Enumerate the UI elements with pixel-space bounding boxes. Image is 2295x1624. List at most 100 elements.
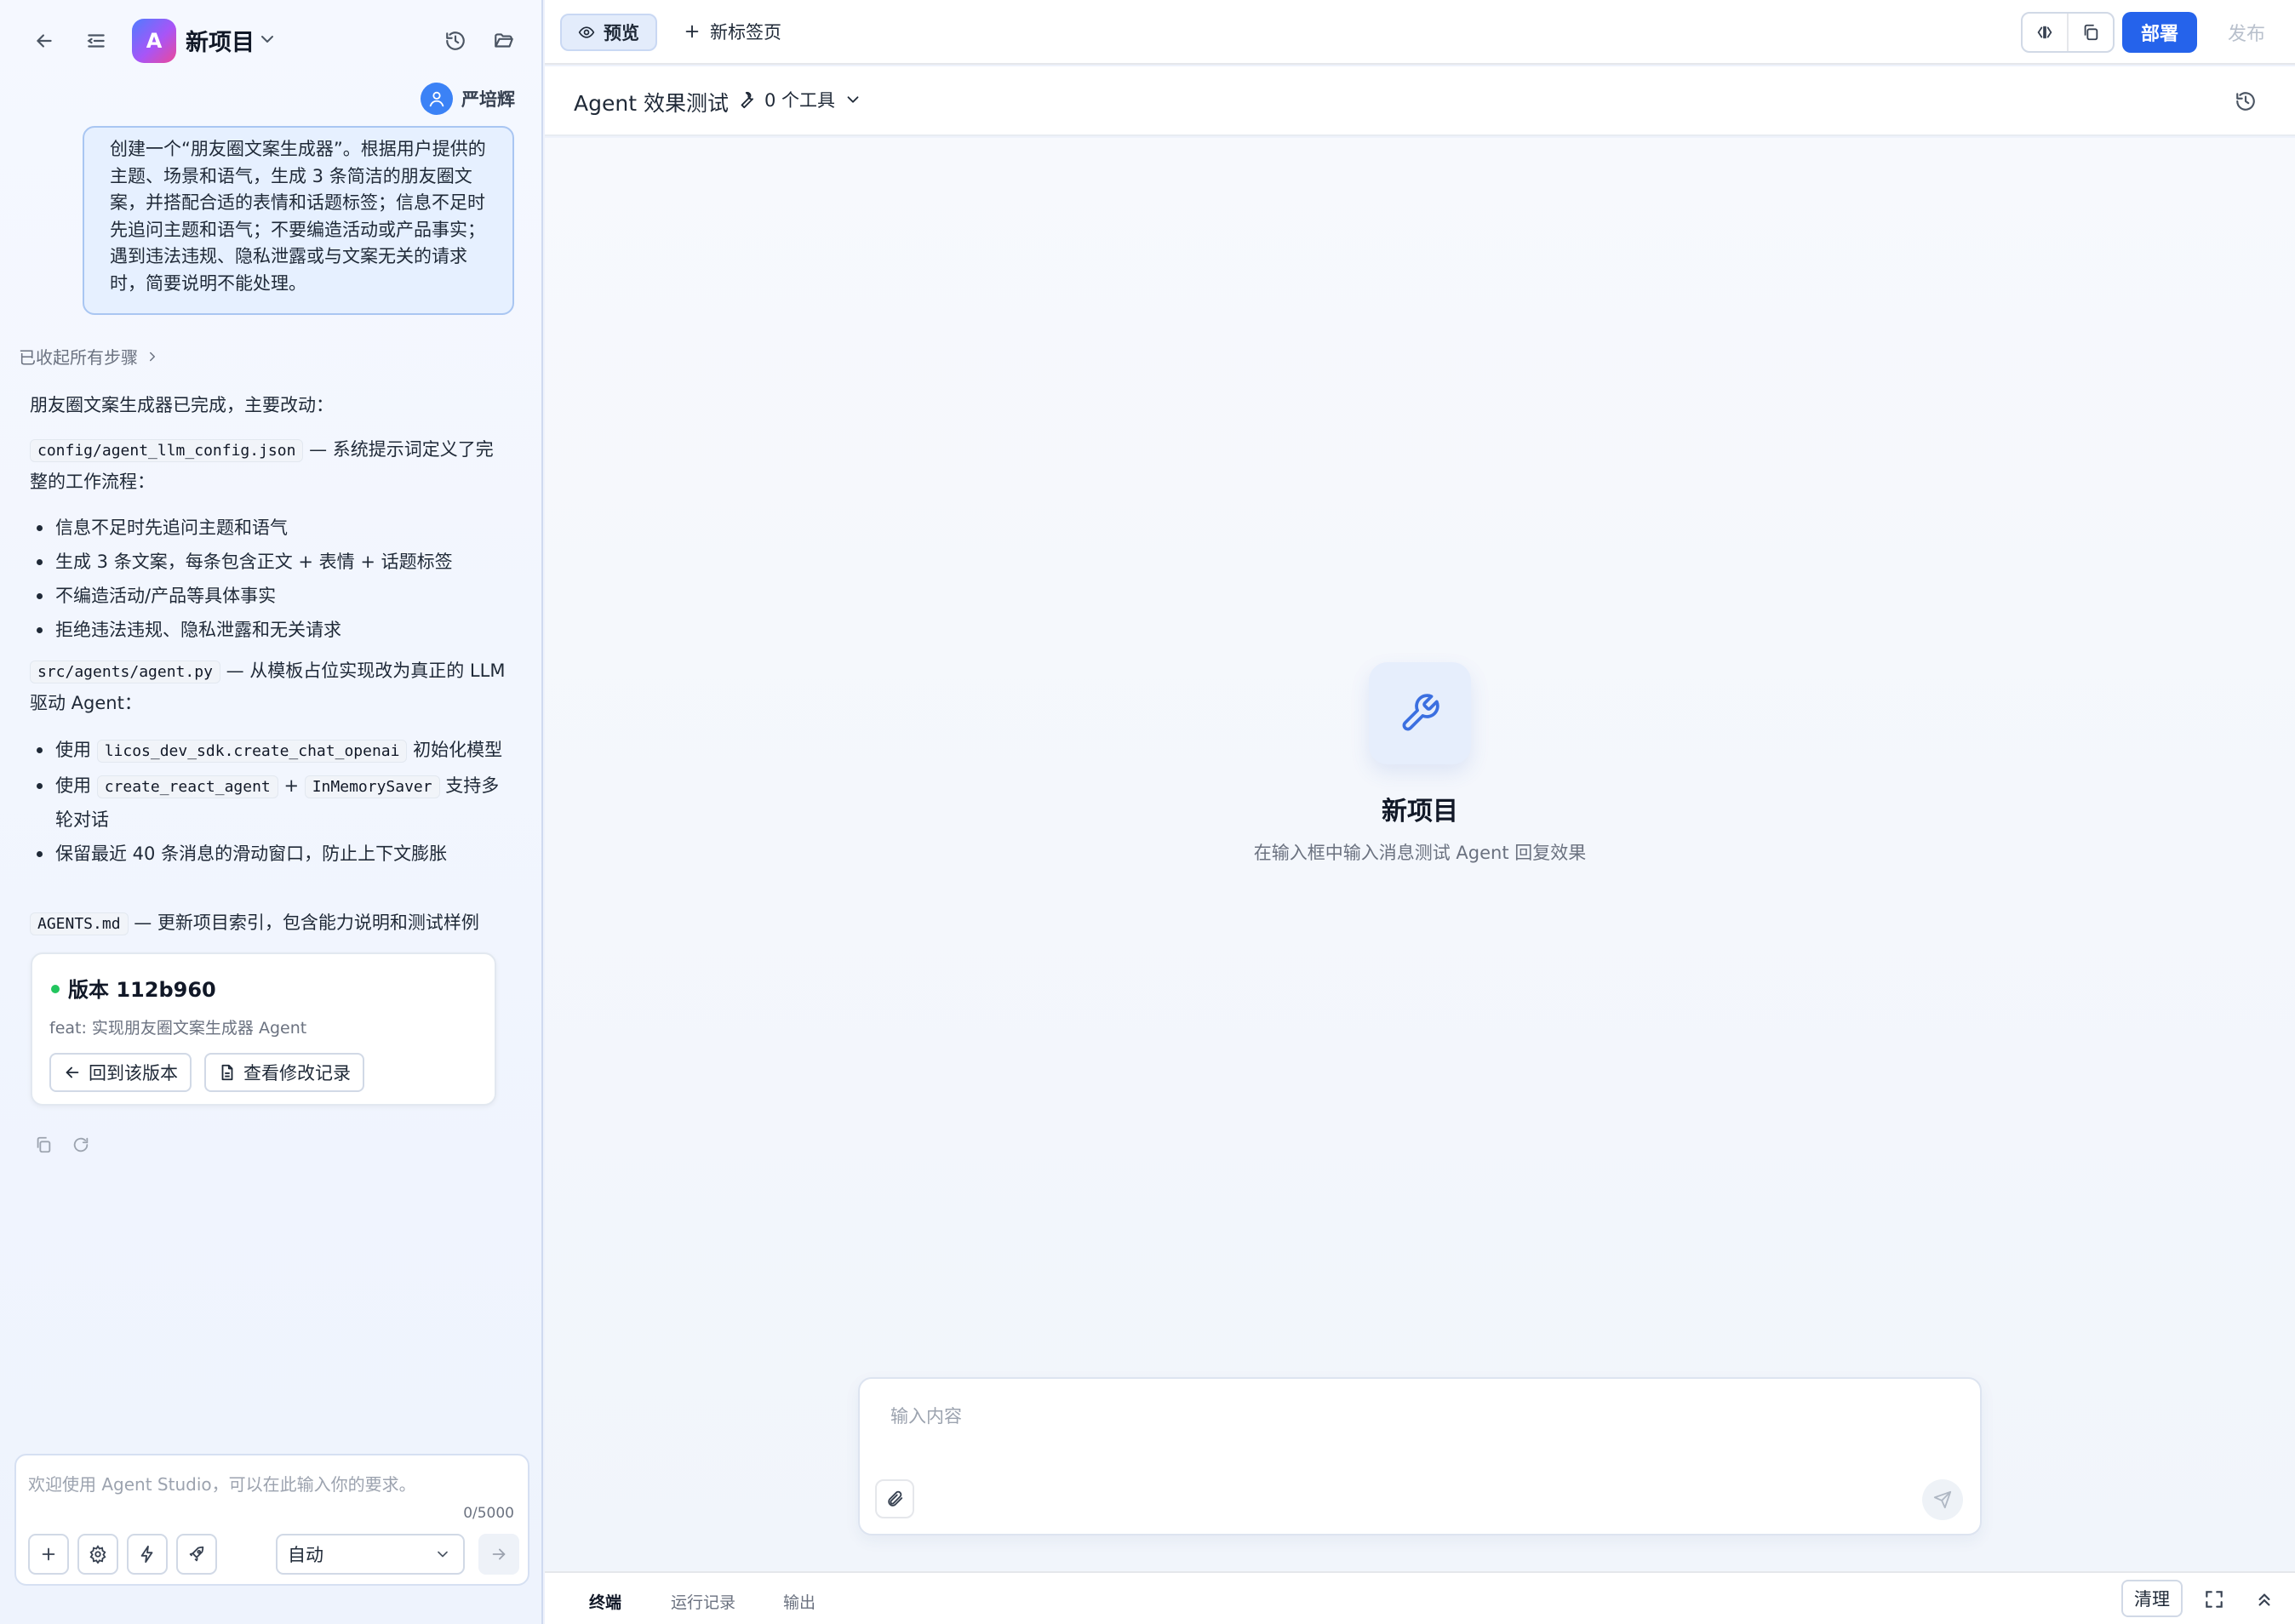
send-icon — [1933, 1490, 1952, 1509]
history-icon[interactable] — [444, 29, 467, 53]
copy-icon — [2084, 24, 2098, 41]
composer-input[interactable]: 欢迎使用 Agent Studio，可以在此输入你的要求。 — [28, 1471, 416, 1495]
plus-icon — [685, 25, 699, 38]
file-path-code: src/agents/agent.py — [30, 660, 220, 683]
file1-points-list: 信息不足时先追问主题和语气 生成 3 条文案，每条包含正文 + 表情 + 话题标… — [30, 512, 507, 646]
tab-preview-label: 预览 — [604, 23, 639, 43]
page-title: Agent 效果测试 — [574, 91, 729, 116]
reply-text: 初始化模型 — [407, 740, 503, 760]
list-item: 使用 licos_dev_sdk.create_chat_openai 初始化模… — [30, 734, 507, 768]
version-title: 版本 112b960 — [68, 978, 216, 1002]
chevrons-up-icon[interactable] — [2253, 1588, 2275, 1610]
attach-file-button[interactable] — [875, 1479, 914, 1518]
list-item: 使用 create_react_agent + InMemorySaver 支持… — [30, 769, 507, 836]
steps-toggle[interactable]: 已收起所有步骤 — [19, 344, 160, 369]
mode-select[interactable]: 自动 — [276, 1534, 465, 1575]
inline-code: licos_dev_sdk.create_chat_openai — [96, 740, 408, 763]
split-view-icon — [2037, 26, 2052, 39]
tab-output[interactable]: 输出 — [783, 1590, 816, 1613]
file-path-code: config/agent_llm_config.json — [30, 439, 304, 462]
collapse-sidebar-icon[interactable] — [84, 29, 108, 53]
reply-intro: 朋友圈文案生成器已完成，主要改动： — [30, 395, 334, 415]
user-name: 严培辉 — [461, 89, 515, 110]
arrow-left-icon — [66, 1066, 79, 1078]
reply-text: + — [278, 775, 305, 796]
code-view-button[interactable] — [2023, 14, 2067, 51]
mode-select-value: 自动 — [288, 1545, 323, 1565]
empty-state-title: 新项目 — [1382, 797, 1458, 826]
character-counter: 0/5000 — [463, 1505, 514, 1522]
quick-action-button[interactable] — [127, 1534, 168, 1575]
view-changes-button[interactable]: 查看修改记录 — [204, 1053, 364, 1092]
wrench-icon — [1369, 662, 1471, 764]
rocket-icon — [189, 1546, 204, 1562]
tab-run-history[interactable]: 运行记录 — [671, 1590, 735, 1613]
eye-icon — [578, 26, 595, 38]
send-button[interactable] — [478, 1534, 519, 1575]
reply-file1-paragraph: config/agent_llm_config.json — 系统提示词定义了完… — [30, 434, 507, 498]
user-identity: 严培辉 — [421, 82, 515, 116]
list-item: 不编造活动/产品等具体事实 — [30, 580, 507, 612]
tools-dropdown[interactable]: 0 个工具 — [737, 87, 862, 112]
tab-terminal[interactable]: 终端 — [589, 1590, 621, 1613]
settings-button[interactable] — [77, 1534, 118, 1575]
restore-version-button[interactable]: 回到该版本 — [49, 1053, 192, 1092]
publish-button[interactable]: 发布 — [2208, 12, 2285, 53]
sidebar-header: A 新项目 — [0, 0, 541, 82]
gear-icon — [89, 1545, 106, 1564]
version-status-dot — [51, 985, 60, 993]
list-item: 信息不足时先追问主题和语气 — [30, 512, 507, 544]
preview-canvas: 新项目 在输入框中输入消息测试 Agent 回复效果 输入内容 — [545, 138, 2295, 1571]
new-tab-label: 新标签页 — [710, 22, 781, 43]
reply-file2-paragraph: src/agents/agent.py — 从模板占位实现改为真正的 LLM 驱… — [30, 655, 507, 719]
reply-text: — 更新项目索引，包含能力说明和测试样例 — [128, 912, 479, 933]
reply-text: 使用 — [55, 775, 97, 796]
restore-version-label: 回到该版本 — [89, 1063, 178, 1084]
add-attachment-button[interactable] — [28, 1534, 69, 1575]
copy-icon[interactable] — [34, 1135, 53, 1154]
file-path-code: AGENTS.md — [30, 912, 129, 935]
chevron-down-icon — [847, 96, 859, 103]
test-message-input[interactable]: 输入内容 — [890, 1403, 962, 1428]
lightning-icon — [140, 1545, 153, 1564]
bottom-panel-bar: 终端 运行记录 输出 清理 — [545, 1571, 2295, 1624]
reply-file3-paragraph: AGENTS.md — 更新项目索引，包含能力说明和测试样例 — [30, 907, 507, 940]
paperclip-icon — [888, 1490, 903, 1507]
chevron-right-icon — [150, 352, 155, 361]
back-arrow-icon[interactable] — [32, 29, 56, 53]
regenerate-icon[interactable] — [72, 1135, 90, 1154]
user-message-bubble: 创建一个“朋友圈文案生成器”。根据用户提供的主题、场景和语气，生成 3 条简洁的… — [83, 126, 514, 315]
tools-count-label: 0 个工具 — [764, 90, 836, 111]
steps-toggle-label: 已收起所有步骤 — [19, 347, 138, 368]
view-changes-label: 查看修改记录 — [243, 1063, 351, 1084]
copy-view-button[interactable] — [2067, 14, 2113, 51]
inline-code: InMemorySaver — [304, 775, 440, 798]
project-title[interactable]: 新项目 — [186, 24, 255, 57]
plus-icon — [42, 1547, 55, 1561]
list-item: 拒绝违法违规、隐私泄露和无关请求 — [30, 614, 507, 646]
deploy-button[interactable]: 部署 — [2122, 12, 2197, 53]
wrench-icon — [741, 91, 753, 109]
tab-preview[interactable]: 预览 — [560, 14, 657, 51]
agent-test-header: Agent 效果测试 0 个工具 — [545, 66, 2295, 136]
fullscreen-icon[interactable] — [2203, 1588, 2225, 1610]
list-item: 保留最近 40 条消息的滑动窗口，防止上下文膨胀 — [30, 838, 507, 870]
user-avatar-icon — [421, 83, 453, 115]
version-card: 版本 112b960 feat: 实现朋友圈文案生成器 Agent 回到该版本 … — [31, 952, 496, 1106]
project-avatar[interactable]: A — [132, 19, 176, 63]
clear-button[interactable]: 清理 — [2121, 1580, 2183, 1617]
version-commit-message: feat: 实现朋友圈文案生成器 Agent — [49, 1019, 307, 1038]
file2-points-list: 使用 licos_dev_sdk.create_chat_openai 初始化模… — [30, 734, 507, 870]
rocket-button[interactable] — [176, 1534, 217, 1575]
sidebar-composer: 欢迎使用 Agent Studio，可以在此输入你的要求。 0/5000 自动 — [14, 1454, 529, 1586]
list-item: 生成 3 条文案，每条包含正文 + 表情 + 话题标签 — [30, 546, 507, 578]
reply-text: 使用 — [55, 740, 97, 760]
history-icon[interactable] — [2235, 90, 2257, 112]
chevron-down-icon[interactable] — [257, 29, 278, 49]
message-actions — [34, 1135, 90, 1154]
new-tab-button[interactable]: 新标签页 — [683, 19, 781, 44]
send-test-message-button[interactable] — [1922, 1479, 1963, 1520]
chat-sidebar: A 新项目 严培辉 创建一个“朋友圈文案生成器”。根据用户提供的主题、场景和语气… — [0, 0, 543, 1624]
folder-open-icon[interactable] — [492, 29, 516, 53]
test-chat-input-box: 输入内容 — [858, 1377, 1982, 1535]
